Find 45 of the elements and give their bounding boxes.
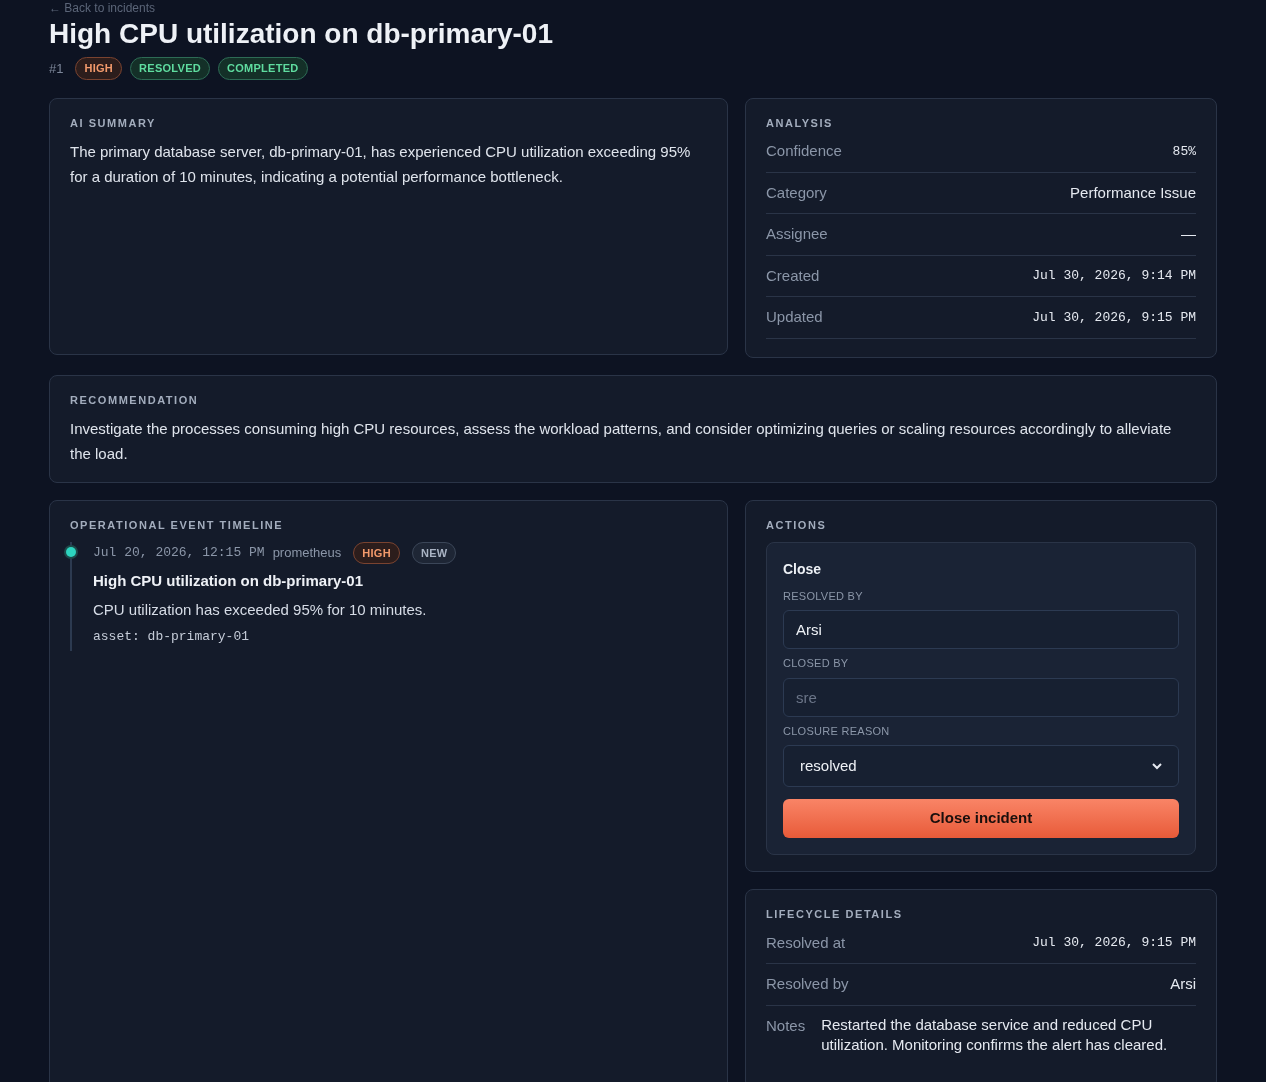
reason-dropdown[interactable]: resolved [783,745,1179,787]
field-label: CLOSED BY [783,656,850,671]
section-heading: ACTIONS [766,518,828,533]
field-value: Arsi [1170,974,1196,994]
field-label: Resolved at [766,932,846,953]
field-label: Created [766,265,820,286]
text-input[interactable]: sre [783,677,1179,717]
text-input[interactable]: Arsi [783,610,1179,649]
status-badge: COMPLETED [218,57,308,80]
field-value: Jul 30, 2026, 9:15 PM [1032,934,1196,952]
field-label: Category [766,182,827,203]
field-label: Resolved by [766,974,849,994]
page-title: High CPU utilization on db-primary-01 [49,17,554,51]
field-label: Notes [766,1015,806,1036]
field-value: 85% [1172,142,1196,161]
field-label: Assignee [766,224,828,244]
event-badge: NEW [411,541,457,564]
event-title: High CPU utilization on db-primary-01 [93,571,364,591]
field-value: — [1181,224,1196,244]
field-label: CLOSURE REASON [783,723,891,739]
field-value: Jul 30, 2026, 9:15 PM [1032,308,1196,327]
field-label: Updated [766,307,823,327]
field-value: Performance Issue [1070,182,1196,203]
event-meta: asset: db-primary-01 [93,628,251,646]
section-heading: LIFECYCLE DETAILS [766,907,904,922]
field-label: RESOLVED BY [783,588,864,604]
section-heading: ANALYSIS [766,115,834,131]
incident-number: #1 [49,59,64,78]
section-heading: OPERATIONAL EVENT TIMELINE [70,518,285,533]
status-badge: RESOLVED [130,57,210,80]
recommendation-text: Investigate the processes consuming high CPU resources, assess the workload patterns, and consider optimizing queries or scaling resources accordingly to alleviate the load. [70,419,1173,464]
status-badge: HIGH [75,57,123,80]
section-heading: RECOMMENDATION [70,392,200,408]
event-badge: HIGH [353,541,400,564]
close-incident-button[interactable]: Close incident [783,799,1179,838]
event-source: prometheus [272,544,342,562]
section-heading: AI SUMMARY [70,115,157,131]
event-time: Jul 20, 2026, 12:15 PM [93,544,265,562]
summary-text: The primary database server, db-primary-01, has experienced CPU utilization exceeding 95% for a duration of 10 minutes, indicating a potential performance bottleneck. [70,142,692,187]
event-description: CPU utilization has exceeded 95% for 10 minutes. [93,599,428,620]
form-title: Close [783,559,823,579]
field-value: Jul 30, 2026, 9:14 PM [1032,267,1196,285]
field-label: Confidence [766,141,842,161]
chevron-down-icon [1152,762,1162,770]
notes-text: Restarted the database service and reduced CPU utilization. Monitoring confirms the alert has cleared. [821,1014,1169,1055]
